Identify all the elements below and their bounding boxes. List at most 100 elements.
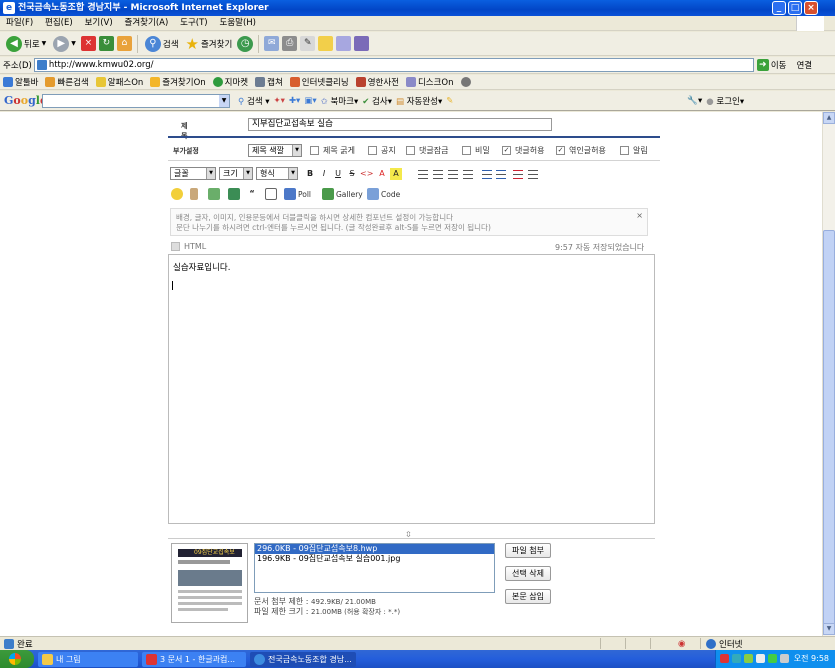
delete-selected-button[interactable]: 선택 삭제 bbox=[505, 566, 551, 581]
maximize-button[interactable]: □ bbox=[788, 1, 802, 15]
google-search-input[interactable]: ▼ bbox=[42, 93, 230, 108]
title-input[interactable]: 지부집단교섭속보 실습 bbox=[248, 118, 552, 131]
checkbox-bold-title[interactable] bbox=[310, 146, 319, 155]
scroll-down-icon[interactable]: ▼ bbox=[823, 623, 835, 635]
strikethrough-button[interactable]: S bbox=[346, 168, 358, 180]
option-secret[interactable]: 비밀 bbox=[462, 145, 490, 156]
font-color-button[interactable]: A bbox=[376, 168, 388, 180]
align-justify-icon[interactable] bbox=[463, 170, 473, 179]
bold-button[interactable]: B bbox=[304, 168, 316, 180]
attach-file-icon[interactable] bbox=[190, 188, 198, 200]
google-wrench-icon[interactable]: 🔧▾ bbox=[687, 96, 702, 106]
google-news-icon[interactable]: ✦▾ bbox=[274, 96, 285, 106]
list-item[interactable]: 296.0KB - 09집단교섭속보8.hwp bbox=[255, 544, 494, 554]
popup-blocker-icon[interactable]: ◉ bbox=[678, 639, 685, 649]
italic-button[interactable]: I bbox=[318, 168, 330, 180]
quote-icon[interactable]: “ bbox=[246, 188, 258, 200]
insert-into-body-button[interactable]: 본문 삽입 bbox=[505, 589, 551, 604]
settings-icon[interactable] bbox=[460, 77, 471, 87]
option-bold-title[interactable]: 제목 굵게 bbox=[310, 145, 355, 156]
google-login-button[interactable]: ● 로그인▾ bbox=[706, 95, 744, 107]
editor-content-area[interactable]: 실습자료입니다. bbox=[168, 254, 655, 524]
history-icon[interactable]: ◷ bbox=[237, 35, 254, 52]
menu-help[interactable]: 도움말(H) bbox=[220, 18, 256, 28]
ordered-list-icon[interactable] bbox=[513, 170, 523, 179]
discuss-icon[interactable] bbox=[318, 36, 334, 51]
tray-icon[interactable] bbox=[744, 654, 753, 663]
print-icon[interactable]: ⎙ bbox=[282, 36, 298, 51]
refresh-icon[interactable]: ↻ bbox=[98, 36, 114, 51]
code-button[interactable]: Code bbox=[367, 188, 400, 200]
checkbox-allow-trackbacks[interactable]: ✓ bbox=[556, 146, 565, 155]
tray-icon[interactable] bbox=[768, 654, 777, 663]
title-color-select[interactable]: 제목 색깔 ▼ bbox=[248, 144, 302, 157]
mail-icon[interactable]: ✉ bbox=[264, 36, 280, 51]
edit-page-icon[interactable]: ✎ bbox=[300, 36, 316, 51]
forward-button[interactable]: ▶ ▼ bbox=[51, 34, 78, 54]
chevron-down-icon[interactable]: ▼ bbox=[219, 94, 229, 107]
scroll-thumb[interactable] bbox=[823, 230, 835, 630]
unordered-list-icon[interactable] bbox=[528, 170, 538, 179]
size-select[interactable]: 크기 ▼ bbox=[219, 167, 253, 180]
back-button[interactable]: ◀ 뒤로 ▼ bbox=[4, 34, 48, 54]
google-bookmarks-button[interactable]: ✩ 북마크▾ bbox=[321, 95, 359, 107]
research-icon[interactable] bbox=[354, 36, 370, 51]
image-icon[interactable] bbox=[208, 188, 220, 200]
close-icon[interactable]: × bbox=[636, 211, 643, 221]
task-my-pictures[interactable]: 내 그림 bbox=[38, 652, 138, 667]
minimize-button[interactable]: _ bbox=[772, 1, 786, 15]
align-right-icon[interactable] bbox=[448, 170, 458, 179]
option-allow-trackbacks[interactable]: ✓ 엮인글허용 bbox=[556, 145, 606, 156]
tray-icon[interactable] bbox=[732, 654, 741, 663]
stop-icon[interactable]: × bbox=[80, 36, 96, 51]
link-quick-search[interactable]: 빠른검색 bbox=[45, 76, 89, 88]
link-alpass[interactable]: 알패스On bbox=[95, 76, 143, 88]
google-search-button[interactable]: ⚲ 검색 ▾ bbox=[238, 95, 270, 107]
search-button[interactable]: ⚲ 검색 bbox=[143, 34, 181, 54]
tray-icon[interactable] bbox=[756, 654, 765, 663]
scroll-up-icon[interactable]: ▲ bbox=[823, 112, 835, 124]
menu-tools[interactable]: 도구(T) bbox=[180, 18, 207, 28]
font-select[interactable]: 글꼴 ▼ bbox=[170, 167, 216, 180]
close-button[interactable]: × bbox=[804, 1, 818, 15]
menu-favorites[interactable]: 즐겨찾기(A) bbox=[125, 18, 169, 28]
tray-icon[interactable] bbox=[720, 654, 729, 663]
link-capture[interactable]: 캡쳐 bbox=[255, 76, 283, 88]
volume-icon[interactable] bbox=[780, 654, 789, 663]
checkbox-secret[interactable] bbox=[462, 146, 471, 155]
media-icon[interactable] bbox=[228, 188, 240, 200]
option-notice[interactable]: 공지 bbox=[368, 145, 396, 156]
format-select[interactable]: 형식 ▼ bbox=[256, 167, 298, 180]
start-button[interactable] bbox=[0, 650, 34, 668]
link-altoolbar[interactable]: 알툴바 bbox=[3, 76, 38, 88]
table-icon[interactable] bbox=[265, 188, 277, 200]
emoticon-icon[interactable] bbox=[171, 188, 183, 200]
align-center-icon[interactable] bbox=[433, 170, 443, 179]
task-hwp-document[interactable]: 3 문서 1 - 한글과컴... bbox=[142, 652, 246, 667]
background-color-button[interactable]: A bbox=[390, 168, 402, 180]
vertical-scrollbar[interactable]: ▲ ▼ bbox=[822, 112, 835, 636]
html-mode-toggle[interactable]: HTML bbox=[171, 242, 206, 251]
google-plus-icon[interactable]: ✚▾ bbox=[289, 96, 300, 106]
option-lock-comments[interactable]: 댓글잠금 bbox=[406, 145, 448, 156]
favorites-button[interactable]: ★ 즐겨찾기 bbox=[184, 34, 235, 54]
menu-file[interactable]: 파일(F) bbox=[6, 18, 33, 28]
checkbox-lock-comments[interactable] bbox=[406, 146, 415, 155]
checkbox-notify[interactable] bbox=[620, 146, 629, 155]
link-favorites-on[interactable]: 즐겨찾기On bbox=[150, 76, 206, 88]
list-item[interactable]: 196.9KB - 09집단교섭속보 실습001.jpg bbox=[255, 554, 494, 564]
poll-button[interactable]: Poll bbox=[284, 188, 311, 200]
link-internet-cleaning[interactable]: 인터넷클리닝 bbox=[289, 76, 349, 88]
address-input[interactable]: http://www.kmwu02.org/ bbox=[33, 58, 754, 72]
google-autofill-button[interactable]: ▤ 자동완성▾ bbox=[396, 95, 442, 107]
link-dictionary[interactable]: 영한사전 bbox=[355, 76, 399, 88]
google-pencil-icon[interactable]: ✎ bbox=[446, 96, 453, 106]
option-allow-comments[interactable]: ✓ 댓글허용 bbox=[502, 145, 544, 156]
link-disk-on[interactable]: 디스크On bbox=[405, 76, 454, 88]
links-button[interactable]: 연결 bbox=[796, 59, 812, 71]
option-notify[interactable]: 알림 bbox=[620, 145, 648, 156]
menu-edit[interactable]: 편집(E) bbox=[45, 18, 73, 28]
attachment-file-list[interactable]: 296.0KB - 09집단교섭속보8.hwp 196.9KB - 09집단교섭… bbox=[254, 543, 495, 593]
go-button[interactable]: ➜ 이동 bbox=[756, 59, 786, 71]
outdent-icon[interactable] bbox=[482, 170, 492, 179]
